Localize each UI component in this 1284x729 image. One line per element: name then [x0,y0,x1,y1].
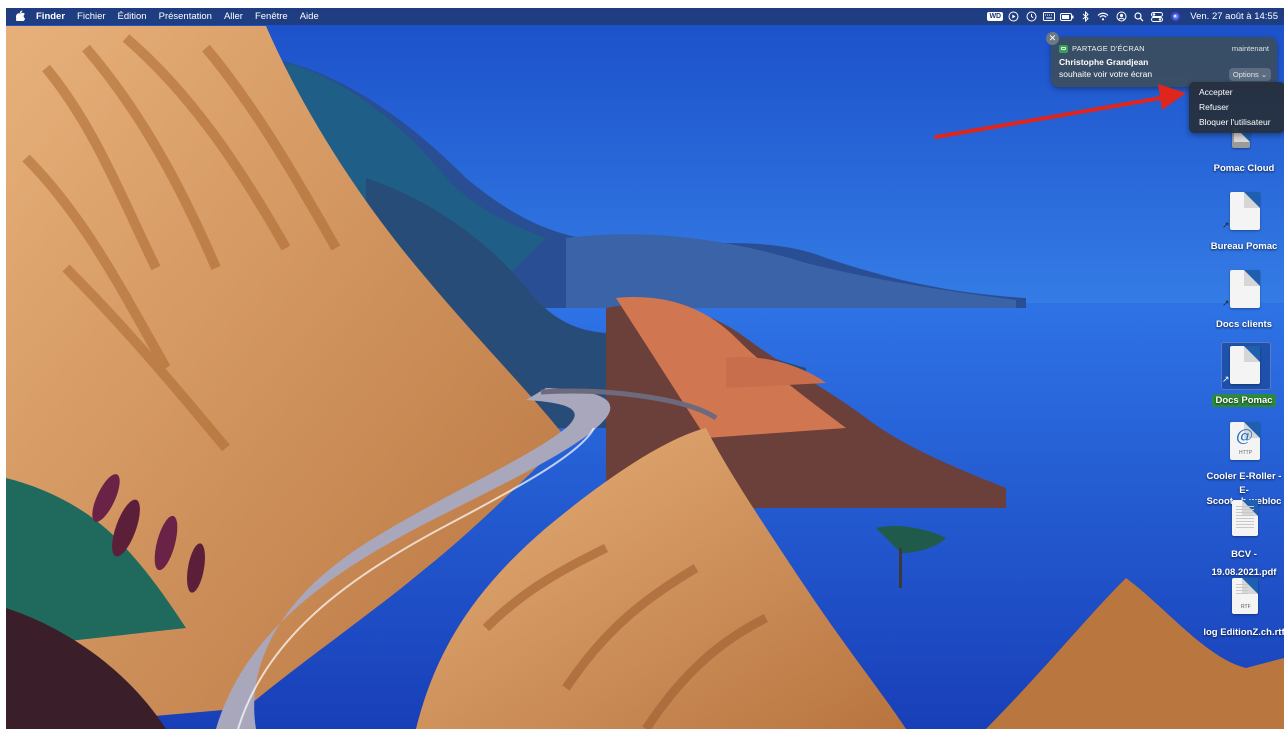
options-dropdown-menu: Accepter Refuser Bloquer l'utilisateur [1189,82,1284,133]
menu-app-finder[interactable]: Finder [30,8,71,25]
at-sign-icon: @ [1236,426,1253,446]
search-icon[interactable] [1130,8,1148,25]
desktop-icon-label: Bureau Pomac [1210,241,1278,252]
wd-drive-icon[interactable]: WD [986,8,1004,25]
desktop-icon-label: Docs Pomac [1212,394,1276,407]
alias-arrow-icon: ↗ [1222,220,1230,230]
wd-label: WD [987,12,1004,21]
document-alias-icon[interactable] [1230,192,1260,230]
menu-bar: Finder Fichier Édition Présentation Alle… [6,8,1284,25]
notification-title: Christophe Grandjean [1059,57,1149,67]
siri-icon[interactable] [1166,8,1184,25]
desktop-icon-label: Docs clients [1216,319,1272,330]
menu-item-accepter[interactable]: Accepter [1189,85,1284,100]
wallpaper [6,8,1284,729]
rtf-badge: RTF [1241,604,1251,610]
desktop-screen: Finder Fichier Édition Présentation Alle… [6,8,1284,729]
desktop-icon-docs-pomac[interactable]: Docs Pomac [1199,390,1284,408]
menu-clock[interactable]: Ven. 27 août à 14:55 [1190,11,1278,22]
screen-sharing-notification[interactable]: ✕ PARTAGE D'ÉCRAN maintenant Christophe … [1046,32,1277,87]
apple-menu-icon[interactable] [14,10,26,24]
document-alias-icon[interactable] [1230,270,1260,308]
play-circle-icon[interactable] [1004,8,1022,25]
alias-arrow-icon: ↗ [1222,298,1230,308]
alias-arrow-icon: ↗ [1222,374,1230,384]
menu-fenetre[interactable]: Fenêtre [249,8,294,25]
bluetooth-icon[interactable] [1076,8,1094,25]
notification-app-label: PARTAGE D'ÉCRAN [1072,44,1145,53]
menu-item-bloquer-utilisateur[interactable]: Bloquer l'utilisateur [1189,115,1284,130]
desktop-icon-rtf[interactable]: log EditionZ.ch.rtf [1199,622,1284,640]
http-badge: HTTP [1239,450,1253,456]
notification-app-header: PARTAGE D'ÉCRAN [1059,44,1145,53]
wifi-icon[interactable] [1094,8,1112,25]
menu-edition[interactable]: Édition [112,8,153,25]
menu-aide[interactable]: Aide [294,8,325,25]
rtf-preview-lines [1236,584,1248,594]
document-alias-icon[interactable] [1230,346,1260,384]
notification-time: maintenant [1231,44,1269,53]
notification-body: souhaite voir votre écran [1059,69,1153,79]
options-button[interactable]: Options ⌄ [1229,68,1271,81]
desktop-icon-label-line1: BCV - [1231,549,1257,560]
desktop-icon-label-line1: Cooler E-Roller - [1206,471,1282,482]
desktop-icon-bureau-pomac[interactable]: Bureau Pomac [1199,236,1284,254]
menu-item-refuser[interactable]: Refuser [1189,100,1284,115]
close-icon[interactable]: ✕ [1046,32,1059,45]
menu-presentation[interactable]: Présentation [153,8,218,25]
menu-aller[interactable]: Aller [218,8,249,25]
desktop-icon-docs-clients[interactable]: Docs clients [1199,314,1284,332]
desktop-icon-label: Pomac Cloud [1213,163,1275,174]
screen-sharing-app-icon [1059,44,1068,53]
user-circle-icon[interactable] [1112,8,1130,25]
pdf-preview-lines [1236,506,1254,530]
desktop-icon-pomac-cloud[interactable]: Pomac Cloud [1199,158,1284,176]
desktop-icon-pdf[interactable]: BCV - 19.08.2021.pdf [1199,544,1284,580]
keyboard-icon[interactable] [1040,8,1058,25]
control-center-icon[interactable] [1148,8,1166,25]
time-machine-icon[interactable] [1022,8,1040,25]
battery-icon[interactable] [1058,8,1076,25]
desktop-icon-label: log EditionZ.ch.rtf [1203,627,1284,638]
menu-fichier[interactable]: Fichier [71,8,112,25]
